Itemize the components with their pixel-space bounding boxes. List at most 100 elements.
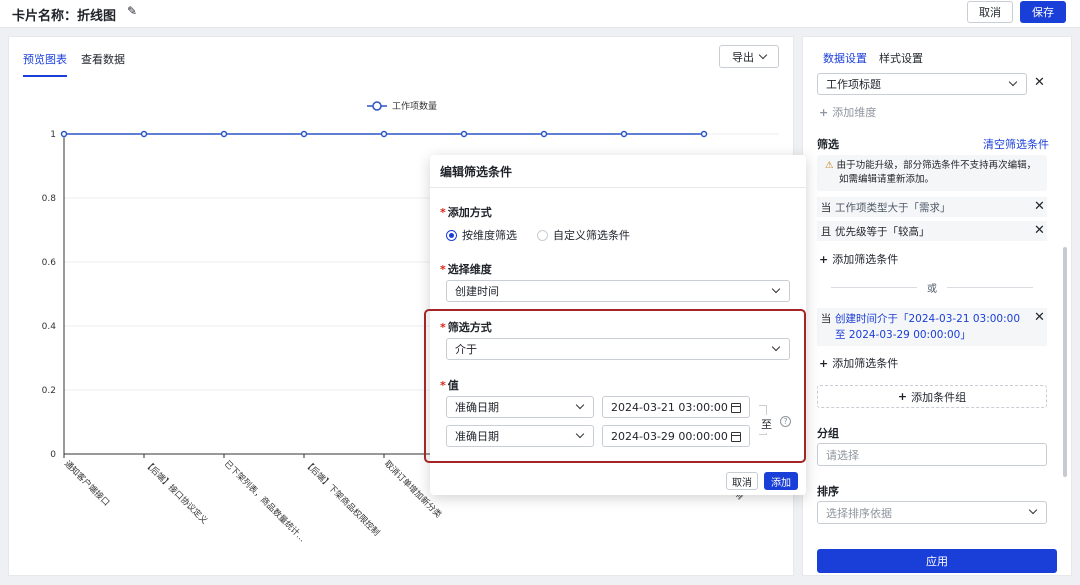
- dimension-label: * 选择维度: [440, 263, 492, 276]
- chevron-down-icon: [1028, 505, 1038, 515]
- warning-line-1: 由于功能升级，部分筛选条件不支持再次编辑，: [836, 160, 1037, 171]
- remove-condition-icon[interactable]: ✕: [1034, 310, 1045, 325]
- group-select[interactable]: 请选择: [817, 443, 1047, 466]
- date-type-select-end[interactable]: 准确日期: [446, 425, 594, 447]
- remove-condition-icon[interactable]: ✕: [1034, 199, 1045, 214]
- add-filter-condition-link[interactable]: + 添加筛选条件: [819, 251, 898, 267]
- tab-style-settings[interactable]: 样式设置: [879, 47, 923, 75]
- plus-icon: +: [819, 357, 829, 370]
- apply-button[interactable]: 应用: [817, 549, 1057, 573]
- calendar-icon: [731, 403, 741, 413]
- remove-dimension-icon[interactable]: ✕: [1034, 75, 1045, 90]
- chevron-down-icon: [575, 429, 585, 439]
- data-point: [460, 130, 468, 138]
- radio-dimension-label[interactable]: 按维度筛选: [462, 227, 517, 243]
- cancel-button[interactable]: 取消: [967, 1, 1013, 23]
- edit-pencil-icon[interactable]: ✎: [127, 4, 137, 18]
- add-method-text: 添加方式: [447, 206, 492, 219]
- data-point: [540, 130, 548, 138]
- method-select[interactable]: 介于: [446, 338, 790, 360]
- clear-filter-link[interactable]: 清空筛选条件: [983, 136, 1049, 152]
- method-text: 筛选方式: [447, 321, 492, 334]
- start-date-input[interactable]: 2024-03-21 03:00:00: [602, 396, 750, 418]
- dimension-select[interactable]: 工作项标题: [817, 73, 1027, 95]
- y-tick-label: 1: [50, 130, 56, 140]
- settings-panel: 数据设置 样式设置 工作项标题 ✕ + 添加维度 筛选 清空筛选条件 ⚠ 由于功能…: [802, 36, 1072, 576]
- y-tick-label: 0.6: [42, 258, 57, 268]
- calendar-icon: [731, 432, 741, 442]
- radio-custom[interactable]: [537, 229, 548, 241]
- x-tick-label: 已下架列表，商品数量统计…: [222, 458, 308, 544]
- scrollbar[interactable]: [1063, 247, 1067, 477]
- dimension-select-value: 工作项标题: [826, 78, 881, 91]
- end-date-input[interactable]: 2024-03-29 00:00:00: [602, 425, 750, 447]
- sort-title: 排序: [817, 485, 839, 498]
- radio-custom-label[interactable]: 自定义筛选条件: [553, 227, 630, 243]
- condition-prefix: 当: [820, 313, 832, 325]
- add-dimension-label: 添加维度: [832, 106, 877, 119]
- modal-title: 编辑筛选条件: [440, 165, 513, 179]
- filter-condition-row[interactable]: 当 工作项类型大于「需求」: [817, 197, 1047, 217]
- dimension-value: 创建时间: [455, 285, 499, 298]
- date-type-select-start[interactable]: 准确日期: [446, 396, 594, 418]
- dimension-field-select[interactable]: 创建时间: [446, 280, 790, 302]
- add-filter-label: 添加筛选条件: [832, 253, 899, 266]
- chevron-down-icon: [1008, 77, 1018, 87]
- value-text: 值: [447, 379, 459, 392]
- add-condition-group-button[interactable]: + 添加条件组: [817, 385, 1047, 408]
- start-date-value: 2024-03-21 03:00:00: [611, 400, 728, 414]
- data-point: [700, 130, 708, 138]
- y-tick-label: 0.8: [42, 194, 57, 204]
- add-filter-label: 添加筛选条件: [832, 357, 899, 370]
- legend-marker: [372, 101, 382, 111]
- settings-tabs: 数据设置 样式设置: [823, 47, 935, 75]
- remove-condition-icon[interactable]: ✕: [1034, 223, 1045, 238]
- add-group-label: 添加条件组: [911, 390, 967, 404]
- warning-icon: ⚠: [825, 160, 834, 171]
- modal-cancel-button[interactable]: 取消: [726, 472, 758, 490]
- warning-line-2: 如需编辑请重新添加。: [839, 174, 935, 185]
- y-tick-label: 0.2: [42, 386, 56, 396]
- condition-text: 优先级等于「较高」: [835, 225, 930, 238]
- help-icon[interactable]: ?: [780, 416, 791, 427]
- plus-icon: +: [819, 253, 829, 266]
- add-dimension-link[interactable]: + 添加维度: [819, 104, 876, 120]
- warning-box: ⚠ 由于功能升级，部分筛选条件不支持再次编辑， 如需编辑请重新添加。: [817, 155, 1047, 191]
- filter-condition-row[interactable]: 且 优先级等于「较高」: [817, 221, 1047, 241]
- data-point: [300, 130, 308, 138]
- method-value: 介于: [455, 343, 477, 356]
- y-tick-label: 0: [50, 450, 56, 460]
- data-point: [380, 130, 388, 138]
- save-button[interactable]: 保存: [1020, 1, 1066, 23]
- modal-add-button[interactable]: 添加: [764, 472, 798, 490]
- filter-condition-row[interactable]: 当 创建时间介于「2024-03-21 03:00:00 至 2024-03-2…: [817, 308, 1047, 346]
- sort-select[interactable]: 选择排序依据: [817, 501, 1047, 524]
- data-point: [620, 130, 628, 138]
- value-label: * 值: [440, 379, 459, 392]
- condition-prefix: 当: [820, 201, 832, 214]
- condition-prefix: 且: [820, 225, 832, 238]
- plus-icon: +: [819, 106, 829, 119]
- y-tick-label: 0.4: [42, 322, 57, 332]
- legend-label: 工作项数量: [392, 100, 437, 112]
- add-method-radios: 按维度筛选 自定义筛选条件: [446, 227, 630, 243]
- add-method-label: * 添加方式: [440, 206, 492, 219]
- edit-filter-modal: 编辑筛选条件 * 添加方式 按维度筛选 自定义筛选条件 * 选择维度 创建时间 * 筛…: [424, 155, 806, 495]
- top-bar: 卡片名称：折线图 ✎ 取消 保存: [0, 0, 1080, 28]
- card-title: 卡片名称：折线图: [12, 9, 117, 24]
- data-point: [60, 130, 68, 138]
- divider: [430, 187, 806, 188]
- tab-data-settings[interactable]: 数据设置: [823, 47, 867, 75]
- chevron-down-icon: [575, 400, 585, 410]
- plus-icon: +: [897, 390, 908, 403]
- data-point: [220, 130, 228, 138]
- chevron-down-icon: [771, 342, 781, 352]
- sort-placeholder: 选择排序依据: [826, 506, 892, 520]
- radio-dimension[interactable]: [446, 229, 457, 241]
- condition-text: 工作项类型大于「需求」: [835, 201, 951, 214]
- method-label: * 筛选方式: [440, 321, 492, 334]
- x-tick-label: 通知客户端接口: [62, 458, 112, 508]
- filter-title: 筛选: [817, 138, 839, 151]
- x-tick-label: 【后端】下架商品权限控制: [302, 458, 382, 538]
- add-filter-condition-link[interactable]: + 添加筛选条件: [819, 355, 898, 371]
